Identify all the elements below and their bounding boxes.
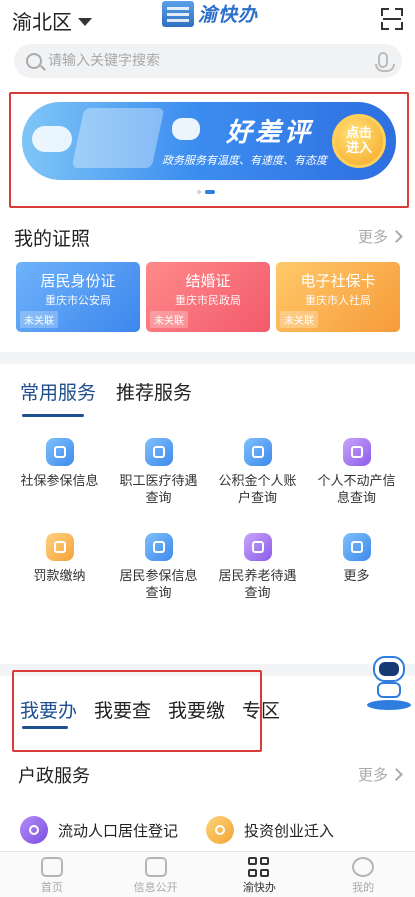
logo-text: 渝快办 xyxy=(198,4,259,26)
licenses-more-link[interactable]: 更多 xyxy=(357,226,403,247)
location-label: 渝北区 xyxy=(12,10,72,34)
licenses-title: 我的证照 xyxy=(14,228,91,250)
building-logo-icon xyxy=(162,0,194,27)
location-selector[interactable]: 渝北区 xyxy=(12,6,92,35)
shield-icon xyxy=(144,533,173,561)
service-label: 更多 xyxy=(343,569,370,584)
tab-common-services[interactable]: 常用服务 xyxy=(20,378,96,405)
nav-label: 信息公开 xyxy=(133,881,178,894)
scan-icon[interactable] xyxy=(381,8,403,30)
service-tabs: 常用服务 推荐服务 xyxy=(20,378,192,417)
service-label: 居民养老待遇查询 xyxy=(218,569,297,601)
license-issuer: 重庆市民政局 xyxy=(175,294,241,307)
household-items: 流动人口居住登记 投资创业迁入 xyxy=(20,816,334,844)
top-header: 渝北区 渝快办 xyxy=(0,0,415,88)
banner-highlight-box xyxy=(9,92,409,208)
license-status: 未关联 xyxy=(150,311,188,328)
search-bar[interactable] xyxy=(14,44,402,78)
service-item-pension[interactable]: 居民养老待遇查询 xyxy=(208,533,307,602)
license-card-social-security[interactable]: 电子社保卡 重庆市人社局 未关联 xyxy=(276,262,400,332)
shield-s-icon xyxy=(45,438,74,466)
nav-mine[interactable]: 我的 xyxy=(311,852,415,897)
licenses-section: 我的证照 更多 居民身份证 重庆市公安局 未关联 结婚证 重庆市民政局 未关联 … xyxy=(0,216,415,352)
chart-icon xyxy=(206,816,235,844)
service-label: 社保参保信息 xyxy=(20,474,99,489)
tab-recommended-services[interactable]: 推荐服务 xyxy=(116,378,192,405)
chevron-right-icon xyxy=(390,768,403,781)
more-label: 更多 xyxy=(357,766,388,784)
service-label: 居民参保信息查询 xyxy=(119,569,198,601)
license-name: 电子社保卡 xyxy=(300,272,376,290)
service-item-social-insurance[interactable]: 社保参保信息 xyxy=(10,438,109,507)
user-icon xyxy=(352,857,375,877)
nav-label: 首页 xyxy=(40,881,63,894)
household-more-link[interactable]: 更多 xyxy=(357,764,403,785)
service-label: 职工医疗待遇查询 xyxy=(119,474,198,506)
nav-home[interactable]: 首页 xyxy=(0,852,104,897)
household-item-investment-migration[interactable]: 投资创业迁入 xyxy=(206,816,334,844)
service-label: 公积金个人账户查询 xyxy=(218,474,297,506)
household-item-label: 流动人口居住登记 xyxy=(58,821,179,840)
license-card-id[interactable]: 居民身份证 重庆市公安局 未关联 xyxy=(16,262,140,332)
tabs-highlight-box xyxy=(12,670,262,752)
services-section: 常用服务 推荐服务 社保参保信息 职工医疗待遇查询 公积金个人账户查询 个人不动… xyxy=(0,364,415,664)
grid-more-icon xyxy=(342,533,371,561)
service-item-medical[interactable]: 职工医疗待遇查询 xyxy=(109,438,208,507)
service-item-more[interactable]: 更多 xyxy=(307,533,406,602)
household-section-title: 户政服务 xyxy=(18,766,90,787)
pension-doc-icon xyxy=(243,533,272,561)
license-name: 结婚证 xyxy=(185,272,231,290)
search-icon xyxy=(26,53,42,69)
service-item-housing-fund[interactable]: 公积金个人账户查询 xyxy=(208,438,307,507)
more-label: 更多 xyxy=(357,228,388,246)
license-card-marriage[interactable]: 结婚证 重庆市民政局 未关联 xyxy=(146,262,270,332)
service-label: 个人不动产信息查询 xyxy=(317,474,396,506)
service-item-fine-payment[interactable]: 罚款缴纳 xyxy=(10,533,109,602)
grid-icon xyxy=(248,857,270,877)
search-input[interactable] xyxy=(48,53,348,69)
license-issuer: 重庆市公安局 xyxy=(45,294,111,307)
nav-label: 渝快办 xyxy=(242,881,276,894)
caret-down-icon xyxy=(78,17,92,26)
wallet-icon xyxy=(243,438,272,466)
home-icon xyxy=(40,857,63,877)
app-logo: 渝快办 xyxy=(162,0,258,27)
license-name: 居民身份证 xyxy=(40,272,116,290)
nav-label: 我的 xyxy=(352,881,375,894)
service-label: 罚款缴纳 xyxy=(33,569,86,584)
household-item-label: 投资创业迁入 xyxy=(244,821,335,840)
people-icon xyxy=(20,816,48,844)
nav-yukuaiban[interactable]: 渝快办 xyxy=(208,852,312,897)
service-grid: 社保参保信息 职工医疗待遇查询 公积金个人账户查询 个人不动产信息查询 罚款缴纳… xyxy=(10,438,406,602)
nav-info-public[interactable]: 信息公开 xyxy=(104,852,208,897)
microphone-icon[interactable] xyxy=(375,52,395,72)
document-icon xyxy=(144,857,167,877)
bottom-navigation: 首页 信息公开 渝快办 我的 xyxy=(0,851,415,897)
active-tab-underline xyxy=(22,414,84,417)
service-item-resident-insurance[interactable]: 居民参保信息查询 xyxy=(109,533,208,602)
assistant-robot-icon[interactable] xyxy=(367,656,411,712)
license-issuer: 重庆市人社局 xyxy=(305,294,371,307)
chevron-right-icon xyxy=(390,230,403,243)
service-item-real-estate[interactable]: 个人不动产信息查询 xyxy=(307,438,406,507)
license-status: 未关联 xyxy=(280,311,318,328)
receipt-icon xyxy=(45,533,74,561)
household-item-floating-population[interactable]: 流动人口居住登记 xyxy=(20,816,178,844)
id-card-icon xyxy=(144,438,173,466)
license-status: 未关联 xyxy=(20,311,58,328)
person-doc-icon xyxy=(342,438,371,466)
